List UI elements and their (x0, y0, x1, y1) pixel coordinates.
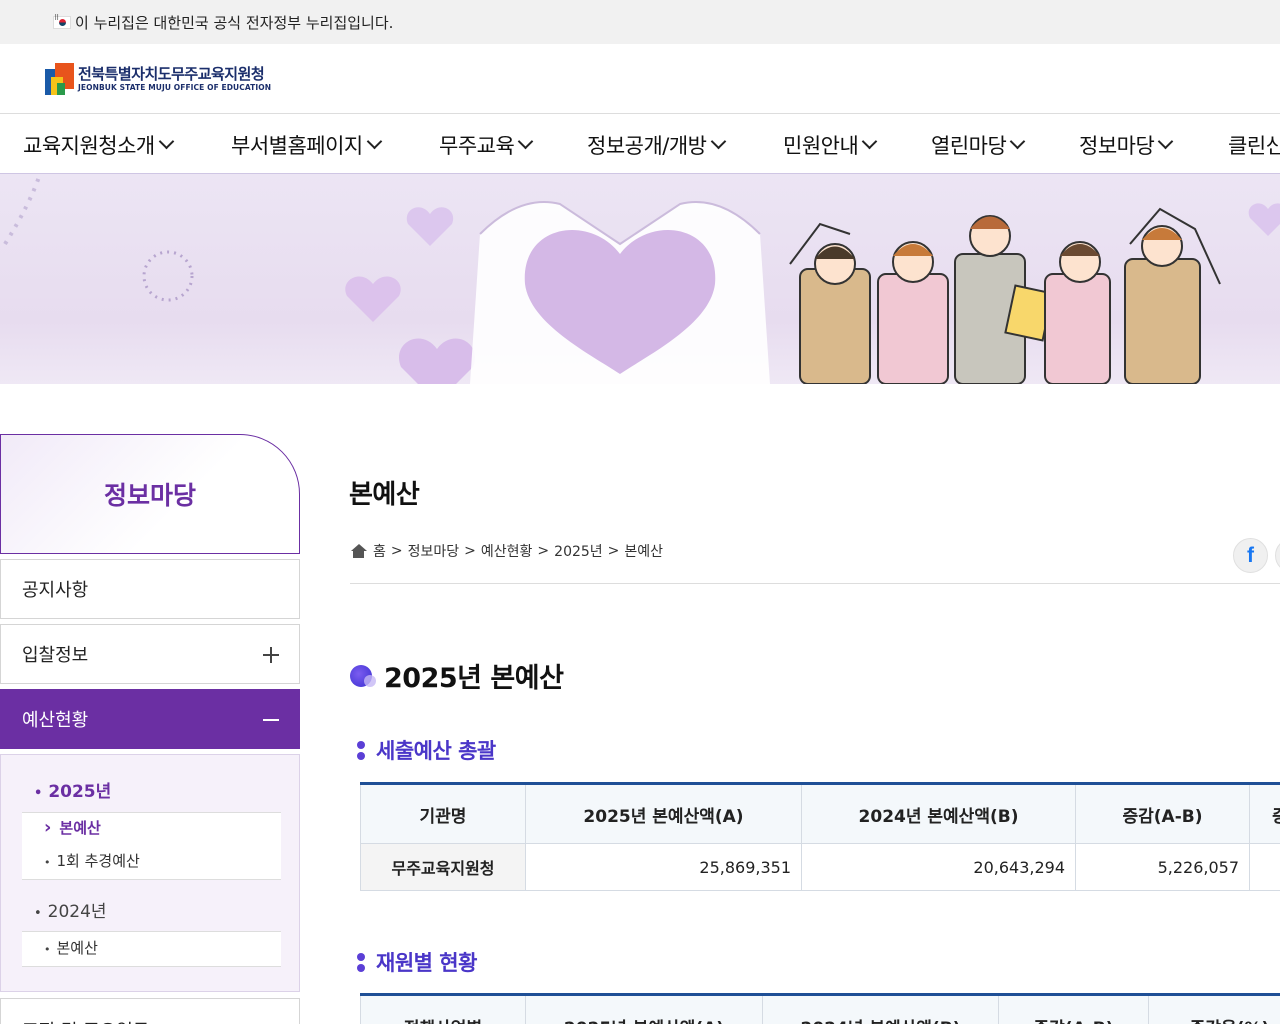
sidebar-item-budget[interactable]: 예산현황 (0, 689, 300, 749)
sidebar-item-organization[interactable]: 조직 및 주요업무 (0, 998, 300, 1024)
main-navigation: 교육지원청소개 부서별홈페이지 무주교육 정보공개/개방 민원안내 열린마당 정… (0, 115, 1280, 174)
chevron-down-icon (710, 133, 726, 149)
nav-item-open-forum[interactable]: 열린마당 (931, 115, 1026, 173)
sidebar-item-bidding[interactable]: 입찰정보 (0, 624, 300, 684)
table-header-cell: 증 (1249, 783, 1280, 844)
page-title: 본예산 (349, 480, 420, 510)
korea-flag-icon (53, 14, 71, 29)
site-header: 전북특별자치도무주교육지원청 JEONBUK STATE MUJU OFFICE… (0, 44, 1280, 114)
table-header-row: 기관명 2025년 본예산액(A) 2024년 본예산액(B) 증감(A-B) … (360, 783, 1280, 844)
chevron-down-icon (518, 133, 534, 149)
sidebar-submenu: 2025년 본예산 1회 추경예산 2024년 본예산 (0, 754, 300, 992)
section-heading-expenditure: 세출예산 총괄 (357, 735, 496, 765)
sidebar-item-notice[interactable]: 공지사항 (0, 559, 300, 619)
submenu-year-2025[interactable]: 2025년 (34, 777, 111, 802)
table-header-row: 정책사업별 2025년 본예산액(A) 2024년 본예산액(B) 증감(A-B… (360, 994, 1280, 1024)
table-header-cell: 기관명 (360, 783, 526, 844)
nav-item-departments[interactable]: 부서별홈페이지 (231, 115, 383, 173)
table-header-cell: 2025년 본예산액(A) (525, 994, 763, 1024)
colon-dots-icon (357, 739, 365, 761)
sidebar-title: 정보마당 (103, 481, 196, 510)
home-icon (350, 543, 367, 559)
table-header-cell: 증감율(%) (1148, 994, 1280, 1024)
table-header-cell: 증감(A-B) (1075, 783, 1250, 844)
table-cell-org: 무주교육지원청 (360, 843, 526, 891)
nav-item-information[interactable]: 정보마당 (1079, 115, 1174, 173)
facebook-share-button[interactable]: f (1233, 538, 1268, 573)
title-divider (350, 583, 1280, 584)
table-cell-amount-a: 25,869,351 (525, 843, 802, 891)
submenu-2024-list: 본예산 (22, 931, 281, 967)
breadcrumb-year[interactable]: 2025년 (554, 541, 603, 561)
submenu-2025-list: 본예산 1회 추경예산 (22, 812, 281, 880)
nav-item-intro[interactable]: 교육지원청소개 (23, 115, 175, 173)
nav-item-clean[interactable]: 클린신 (1228, 115, 1280, 173)
facebook-icon: f (1247, 543, 1254, 567)
chevron-down-icon (158, 133, 175, 149)
section-heading-funding-source: 재원별 현황 (357, 947, 477, 977)
chevron-down-icon (366, 133, 383, 149)
chevron-down-icon (1158, 133, 1174, 149)
site-logo[interactable]: 전북특별자치도무주교육지원청 JEONBUK STATE MUJU OFFICE… (45, 63, 271, 95)
breadcrumb: 홈 > 정보마당 > 예산현황 > 2025년 > 본예산 (350, 541, 663, 561)
table-cell-rate (1249, 843, 1280, 891)
breadcrumb-home[interactable]: 홈 (373, 541, 386, 561)
minus-icon (263, 719, 279, 721)
table-header-cell: 2025년 본예산액(A) (525, 783, 802, 844)
submenu-link-main-budget-2024[interactable]: 본예산 (44, 937, 98, 958)
nav-item-muju-education[interactable]: 무주교육 (439, 115, 534, 173)
table-header-cell: 증감(A-B) (998, 994, 1149, 1024)
table-row: 무주교육지원청 25,869,351 20,643,294 5,226,057 (360, 843, 1280, 891)
logo-korean-text: 전북특별자치도무주교육지원청 (78, 65, 265, 83)
logo-english-text: JEONBUK STATE MUJU OFFICE OF EDUCATION (78, 83, 272, 92)
colon-dots-icon (357, 951, 365, 973)
nav-item-civil-service[interactable]: 민원안내 (783, 115, 878, 173)
submenu-year-2024[interactable]: 2024년 (34, 897, 107, 922)
submenu-link-supplementary-2025[interactable]: 1회 추경예산 (44, 850, 140, 871)
breadcrumb-budget-status[interactable]: 예산현황 (481, 541, 533, 561)
funding-source-table: 정책사업별 2025년 본예산액(A) 2024년 본예산액(B) 증감(A-B… (360, 993, 1280, 1024)
sidebar-title-box: 정보마당 (0, 434, 300, 554)
expenditure-summary-table: 기관명 2025년 본예산액(A) 2024년 본예산액(B) 증감(A-B) … (360, 782, 1280, 891)
table-header-cell: 정책사업별 (360, 994, 526, 1024)
heart-hands-illustration (3, 174, 1280, 384)
chevron-down-icon (862, 133, 878, 149)
table-header-cell: 2024년 본예산액(B) (801, 783, 1076, 844)
logo-mark-icon (45, 63, 74, 95)
table-header-cell: 2024년 본예산액(B) (762, 994, 999, 1024)
breadcrumb-current: 본예산 (624, 544, 664, 560)
main-heading: 2025년 본예산 (350, 656, 564, 695)
students-illustration (789, 207, 1221, 384)
sub-visual-banner (0, 174, 1280, 384)
submenu-link-main-budget-2025[interactable]: 본예산 (44, 817, 100, 838)
heading-dot-icon (350, 664, 376, 687)
table-cell-diff: 5,226,057 (1075, 843, 1250, 891)
breadcrumb-information[interactable]: 정보마당 (408, 541, 460, 561)
plus-icon (263, 647, 279, 663)
gov-notice-bar: 이 누리집은 대한민국 공식 전자정부 누리집입니다. (0, 0, 1280, 44)
nav-item-information-disclosure[interactable]: 정보공개/개방 (587, 115, 726, 173)
gov-notice-text: 이 누리집은 대한민국 공식 전자정부 누리집입니다. (75, 13, 394, 32)
table-cell-amount-b: 20,643,294 (801, 843, 1076, 891)
share-button[interactable] (1275, 538, 1280, 573)
chevron-down-icon (1010, 133, 1026, 149)
